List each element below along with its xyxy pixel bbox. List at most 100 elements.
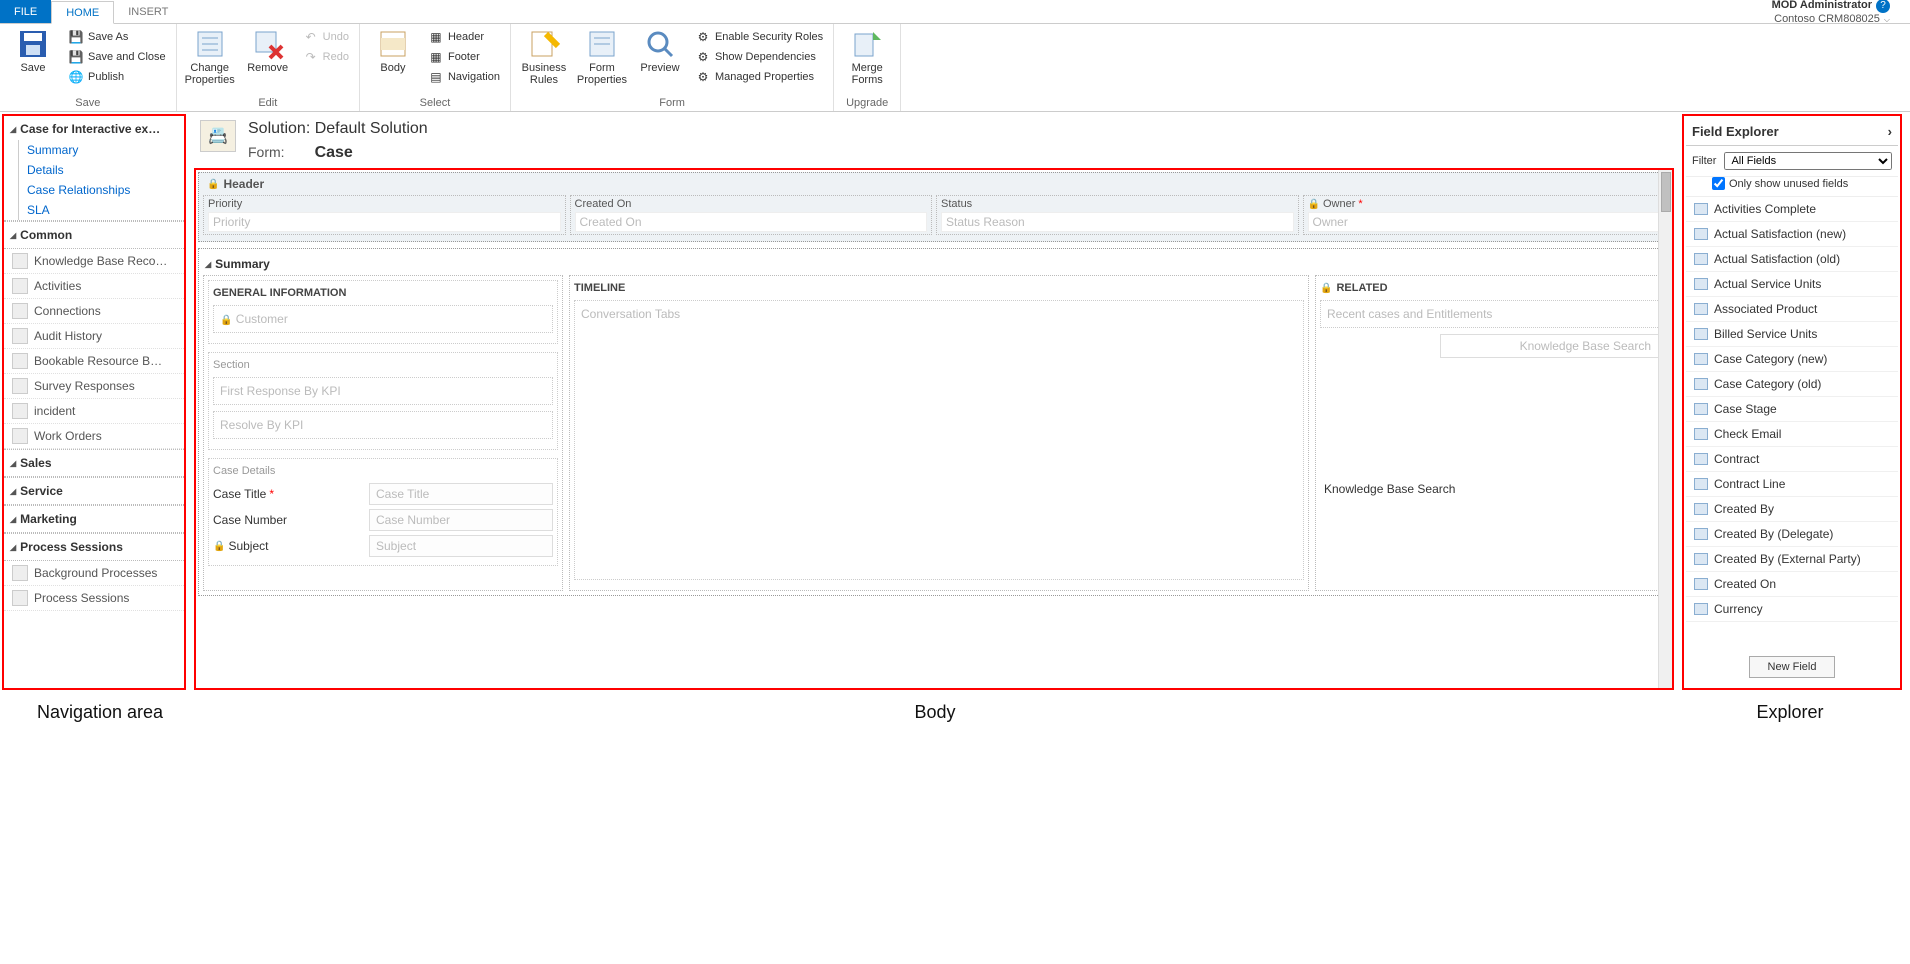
field-explorer-item[interactable]: Case Category (new) — [1686, 347, 1898, 372]
filter-select[interactable]: All Fields — [1724, 152, 1892, 170]
recent-cases-field[interactable]: Recent cases and Entitlements — [1320, 300, 1660, 328]
form-value: Case — [315, 144, 353, 161]
section-case-details: Case Details — [213, 463, 553, 483]
change-properties-button[interactable]: Change Properties — [185, 28, 235, 86]
remove-button[interactable]: Remove — [243, 28, 293, 74]
nav-common-item[interactable]: Connections — [4, 299, 184, 324]
header-select-button[interactable]: ▦Header — [426, 28, 502, 46]
unused-fields-checkbox[interactable] — [1712, 177, 1725, 190]
save-as-button[interactable]: 💾Save As — [66, 28, 168, 46]
field-explorer-item[interactable]: Activities Complete — [1686, 197, 1898, 222]
tab-home[interactable]: HOME — [51, 1, 114, 24]
ribbon-group-select: Select — [368, 97, 502, 109]
nav-tree-item[interactable]: Details — [18, 160, 184, 180]
case-detail-row[interactable]: Case Title *Case Title — [213, 483, 553, 505]
nav-process-item[interactable]: Process Sessions — [4, 586, 184, 611]
show-dependencies-button[interactable]: ⚙Show Dependencies — [693, 48, 825, 66]
footer-icon: ▦ — [428, 49, 444, 65]
business-rules-button[interactable]: Business Rules — [519, 28, 569, 86]
tab-file[interactable]: FILE — [0, 0, 51, 23]
nav-section-head[interactable]: Process Sessions — [4, 533, 184, 561]
field-icon — [1694, 278, 1708, 290]
case-detail-row[interactable]: 🔒 SubjectSubject — [213, 535, 553, 557]
nav-common-item[interactable]: Bookable Resource B… — [4, 349, 184, 374]
field-explorer-item[interactable]: Contract Line — [1686, 472, 1898, 497]
nav-tree-item[interactable]: Case Relationships — [18, 180, 184, 200]
navigation-icon: ▤ — [428, 69, 444, 85]
preview-button[interactable]: Preview — [635, 28, 685, 74]
save-button[interactable]: Save — [8, 28, 58, 74]
redo-button[interactable]: ↷Redo — [301, 48, 351, 66]
undo-button[interactable]: ↶Undo — [301, 28, 351, 46]
required-icon: * — [269, 487, 274, 501]
save-close-button[interactable]: 💾Save and Close — [66, 48, 168, 66]
field-explorer-item[interactable]: Case Stage — [1686, 397, 1898, 422]
nav-tree-item[interactable]: Summary — [18, 140, 184, 160]
field-explorer-item[interactable]: Check Email — [1686, 422, 1898, 447]
header-field[interactable]: 🔒Owner *Owner — [1303, 195, 1666, 235]
help-icon[interactable]: ? — [1876, 0, 1890, 13]
body-header: 📇 Solution: Default Solution Form:Case — [190, 114, 1678, 168]
navigation-select-button[interactable]: ▤Navigation — [426, 68, 502, 86]
nav-item-icon — [12, 328, 28, 344]
field-icon — [1694, 403, 1708, 415]
field-explorer-item[interactable]: Actual Satisfaction (old) — [1686, 247, 1898, 272]
customer-field[interactable]: 🔒 Customer — [213, 305, 553, 333]
first-response-kpi-field[interactable]: First Response By KPI — [213, 377, 553, 405]
scrollbar-thumb[interactable] — [1661, 172, 1671, 212]
nav-common-item[interactable]: Survey Responses — [4, 374, 184, 399]
new-field-button[interactable]: New Field — [1749, 656, 1836, 678]
field-explorer-item[interactable]: Currency — [1686, 597, 1898, 622]
section-timeline: TIMELINE — [574, 280, 1304, 300]
nav-item-icon — [12, 428, 28, 444]
nav-common-head[interactable]: Common — [4, 221, 184, 249]
nav-process-item[interactable]: Background Processes — [4, 561, 184, 586]
header-field[interactable]: PriorityPriority — [203, 195, 566, 235]
header-field[interactable]: StatusStatus Reason — [936, 195, 1299, 235]
footer-select-button[interactable]: ▦Footer — [426, 48, 502, 66]
nav-common-item[interactable]: incident — [4, 399, 184, 424]
publish-button[interactable]: 🌐Publish — [66, 68, 168, 86]
org-chevron-icon[interactable]: ⌵ — [1884, 15, 1890, 25]
tab-summary[interactable]: Summary — [203, 253, 1665, 275]
case-detail-row[interactable]: Case NumberCase Number — [213, 509, 553, 531]
body-select-button[interactable]: Body — [368, 28, 418, 74]
field-explorer-item[interactable]: Case Category (old) — [1686, 372, 1898, 397]
resolve-by-kpi-field[interactable]: Resolve By KPI — [213, 411, 553, 439]
header-field[interactable]: Created OnCreated On — [570, 195, 933, 235]
preview-icon — [644, 28, 676, 60]
nav-common-item[interactable]: Activities — [4, 274, 184, 299]
field-explorer-item[interactable]: Created On — [1686, 572, 1898, 597]
field-explorer-item[interactable]: Billed Service Units — [1686, 322, 1898, 347]
field-explorer-item[interactable]: Actual Satisfaction (new) — [1686, 222, 1898, 247]
field-explorer-item[interactable]: Actual Service Units — [1686, 272, 1898, 297]
nav-section-head[interactable]: Marketing — [4, 505, 184, 533]
form-header-section[interactable]: 🔒Header PriorityPriorityCreated OnCreate… — [198, 172, 1670, 242]
nav-common-item[interactable]: Work Orders — [4, 424, 184, 449]
merge-forms-button[interactable]: Merge Forms — [842, 28, 892, 86]
nav-root[interactable]: Case for Interactive ex… — [4, 118, 184, 140]
form-properties-button[interactable]: Form Properties — [577, 28, 627, 86]
filter-label: Filter — [1692, 155, 1716, 167]
nav-section-head[interactable]: Sales — [4, 449, 184, 477]
annotation-nav: Navigation area — [0, 702, 200, 723]
vertical-scrollbar[interactable] — [1658, 170, 1672, 688]
nav-common-item[interactable]: Audit History — [4, 324, 184, 349]
field-explorer-item[interactable]: Created By — [1686, 497, 1898, 522]
nav-section-head[interactable]: Service — [4, 477, 184, 505]
security-roles-button[interactable]: ⚙Enable Security Roles — [693, 28, 825, 46]
required-icon: * — [1358, 198, 1362, 210]
nav-common-item[interactable]: Knowledge Base Reco… — [4, 249, 184, 274]
managed-properties-button[interactable]: ⚙Managed Properties — [693, 68, 825, 86]
nav-tree-item[interactable]: SLA — [18, 200, 184, 220]
timeline-placeholder[interactable]: Conversation Tabs — [574, 300, 1304, 580]
field-explorer-item[interactable]: Contract — [1686, 447, 1898, 472]
field-explorer-item[interactable]: Created By (External Party) — [1686, 547, 1898, 572]
solution-label: Solution: — [248, 120, 310, 137]
field-explorer-item[interactable]: Associated Product — [1686, 297, 1898, 322]
kb-search-placeholder[interactable]: Knowledge Base Search — [1440, 334, 1660, 358]
field-icon — [1694, 303, 1708, 315]
explorer-expand-icon[interactable]: › — [1888, 124, 1892, 139]
field-explorer-item[interactable]: Created By (Delegate) — [1686, 522, 1898, 547]
tab-insert[interactable]: INSERT — [114, 0, 182, 23]
